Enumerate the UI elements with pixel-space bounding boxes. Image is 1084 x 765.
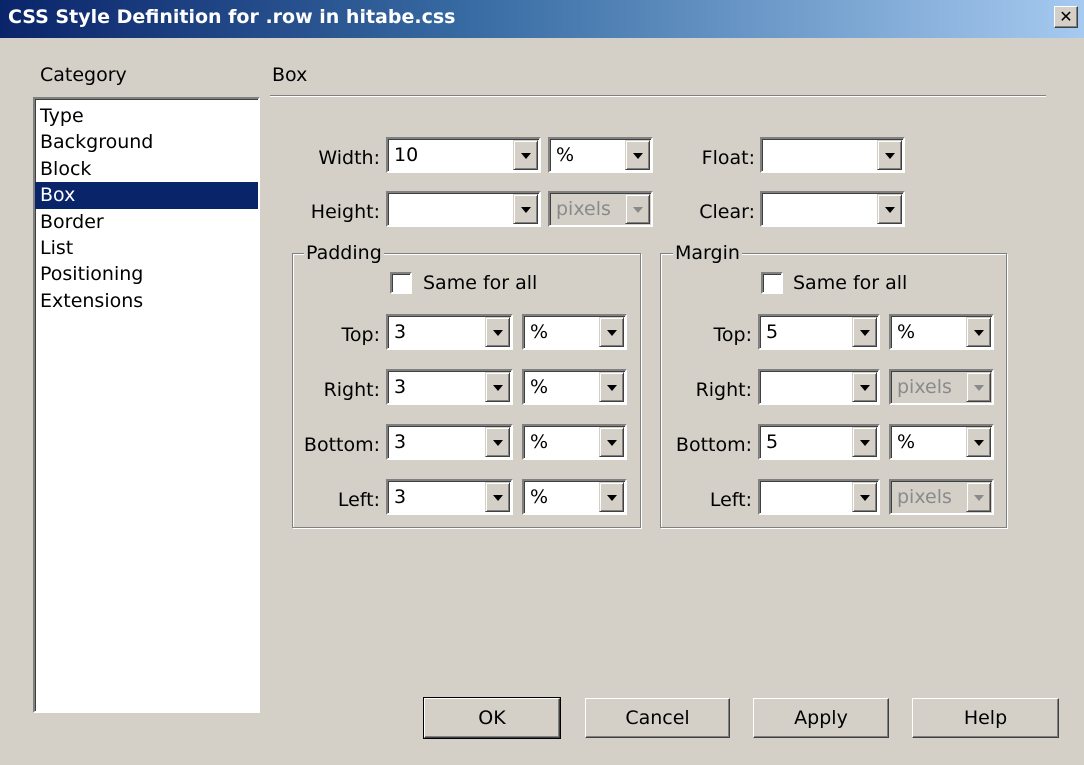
padding-right-unit: % (530, 376, 549, 398)
margin-bottom-value: 5 (766, 431, 779, 453)
help-button[interactable]: Help (912, 698, 1059, 738)
width-value-dropdown[interactable]: 10 (386, 137, 541, 173)
margin-right-unit: pixels (897, 376, 952, 398)
margin-bottom-dropdown[interactable]: 5 (758, 424, 880, 460)
margin-top-unit: % (897, 321, 916, 343)
margin-right-dropdown[interactable] (758, 369, 880, 405)
category-item-positioning[interactable]: Positioning (35, 261, 258, 287)
padding-left-unit-dropdown[interactable]: % (522, 479, 627, 515)
panel-heading: Box (272, 64, 308, 86)
padding-top-label: Top: (341, 324, 380, 346)
padding-top-unit-dropdown[interactable]: % (522, 314, 627, 350)
padding-same-checkbox[interactable] (390, 272, 412, 294)
chevron-down-icon[interactable] (485, 427, 510, 457)
margin-bottom-unit: % (897, 431, 916, 453)
padding-right-dropdown[interactable]: 3 (386, 369, 513, 405)
chevron-down-icon[interactable] (625, 140, 650, 170)
chevron-down-icon[interactable] (485, 317, 510, 347)
clear-label: Clear: (699, 201, 755, 223)
window-title: CSS Style Definition for .row in hitabe.… (8, 6, 456, 28)
category-item-background[interactable]: Background (35, 129, 258, 155)
padding-bottom-unit: % (530, 431, 549, 453)
margin-left-dropdown[interactable] (758, 479, 880, 515)
chevron-down-icon[interactable] (513, 194, 538, 224)
width-label: Width: (318, 147, 380, 169)
width-unit-dropdown[interactable]: % (548, 137, 653, 173)
apply-button[interactable]: Apply (753, 698, 889, 738)
float-dropdown[interactable] (760, 137, 905, 173)
clear-dropdown[interactable] (760, 191, 905, 227)
chevron-down-icon[interactable] (485, 372, 510, 402)
chevron-down-icon[interactable] (513, 140, 538, 170)
chevron-down-icon[interactable] (485, 482, 510, 512)
chevron-down-icon[interactable] (852, 482, 877, 512)
chevron-down-icon[interactable] (852, 372, 877, 402)
margin-top-label: Top: (713, 324, 752, 346)
height-label: Height: (310, 201, 380, 223)
chevron-down-icon[interactable] (966, 427, 991, 457)
category-item-box[interactable]: Box (35, 182, 258, 209)
padding-left-dropdown[interactable]: 3 (386, 479, 513, 515)
padding-top-dropdown[interactable]: 3 (386, 314, 513, 350)
height-unit: pixels (556, 198, 611, 220)
chevron-down-icon (966, 482, 991, 512)
margin-bottom-label: Bottom: (675, 434, 752, 456)
height-value-dropdown[interactable] (386, 191, 541, 227)
chevron-down-icon (966, 372, 991, 402)
category-item-type[interactable]: Type (35, 103, 258, 129)
chevron-down-icon[interactable] (877, 140, 902, 170)
padding-right-value: 3 (394, 376, 407, 398)
category-item-block[interactable]: Block (35, 156, 258, 182)
margin-same-label: Same for all (793, 272, 908, 294)
chevron-down-icon[interactable] (852, 427, 877, 457)
chevron-down-icon[interactable] (599, 427, 624, 457)
margin-left-unit: pixels (897, 486, 952, 508)
category-item-border[interactable]: Border (35, 209, 258, 235)
title-bar: CSS Style Definition for .row in hitabe.… (0, 0, 1084, 38)
padding-left-label: Left: (337, 489, 380, 511)
padding-right-label: Right: (323, 379, 380, 401)
category-item-extensions[interactable]: Extensions (35, 288, 258, 314)
padding-bottom-label: Bottom: (303, 434, 380, 456)
chevron-down-icon[interactable] (852, 317, 877, 347)
chevron-down-icon[interactable] (599, 372, 624, 402)
padding-right-unit-dropdown[interactable]: % (522, 369, 627, 405)
padding-bottom-dropdown[interactable]: 3 (386, 424, 513, 460)
margin-top-value: 5 (766, 321, 779, 343)
width-value: 10 (394, 144, 419, 166)
ok-button[interactable]: OK (423, 697, 561, 739)
margin-right-unit-dropdown: pixels (889, 369, 994, 405)
padding-legend: Padding (304, 242, 384, 264)
padding-left-unit: % (530, 486, 549, 508)
padding-top-value: 3 (394, 321, 407, 343)
height-unit-dropdown: pixels (548, 191, 653, 227)
category-item-list[interactable]: List (35, 235, 258, 261)
float-label: Float: (701, 147, 755, 169)
margin-top-unit-dropdown[interactable]: % (889, 314, 994, 350)
chevron-down-icon[interactable] (599, 317, 624, 347)
margin-legend: Margin (673, 242, 742, 264)
chevron-down-icon[interactable] (966, 317, 991, 347)
chevron-down-icon[interactable] (599, 482, 624, 512)
margin-bottom-unit-dropdown[interactable]: % (889, 424, 994, 460)
width-unit: % (556, 144, 575, 166)
heading-divider (270, 95, 1046, 97)
padding-same-label: Same for all (423, 272, 538, 294)
margin-right-label: Right: (695, 379, 752, 401)
margin-left-label: Left: (709, 489, 752, 511)
chevron-down-icon (625, 194, 650, 224)
category-heading: Category (40, 64, 127, 86)
margin-left-unit-dropdown: pixels (889, 479, 994, 515)
margin-same-checkbox[interactable] (761, 272, 783, 294)
padding-bottom-value: 3 (394, 431, 407, 453)
padding-bottom-unit-dropdown[interactable]: % (522, 424, 627, 460)
padding-top-unit: % (530, 321, 549, 343)
close-icon[interactable]: ✕ (1054, 6, 1078, 28)
chevron-down-icon[interactable] (877, 194, 902, 224)
cancel-button[interactable]: Cancel (585, 698, 730, 738)
margin-top-dropdown[interactable]: 5 (758, 314, 880, 350)
category-list[interactable]: Type Background Block Box Border List Po… (33, 97, 260, 713)
padding-left-value: 3 (394, 486, 407, 508)
